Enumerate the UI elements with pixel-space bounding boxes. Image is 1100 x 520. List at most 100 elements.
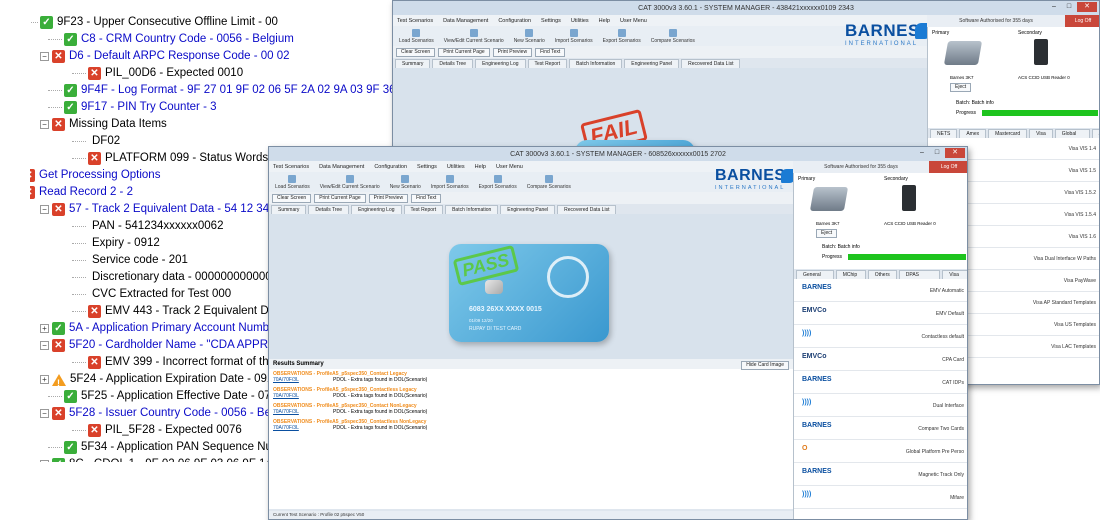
- tree-node[interactable]: PAN - 541234xxxxxx0062: [88, 218, 223, 235]
- menu-item[interactable]: Help: [475, 164, 486, 170]
- tree-node[interactable]: − ✕ D6 - Default ARPC Response Code - 00 0…: [40, 48, 290, 65]
- tree-node[interactable]: ✕ EMV 443 - Track 2 Equivalent Data r: [88, 303, 292, 320]
- toolbar-button[interactable]: View/Edit Current Scenario: [444, 28, 504, 44]
- tab[interactable]: Details Tree: [308, 205, 350, 214]
- scheme-tab[interactable]: DPAS Qualification: [898, 270, 941, 286]
- tree-node[interactable]: − ✕ 5F28 - Issuer Country Code - 0056 - Be…: [40, 405, 283, 422]
- log-off-button[interactable]: Log Off: [1065, 15, 1099, 27]
- tab[interactable]: Summary: [395, 59, 431, 68]
- tree-node[interactable]: Expiry - 0912: [88, 235, 160, 252]
- toolbar-button[interactable]: View/Edit Current Scenario: [320, 174, 380, 190]
- action-button[interactable]: Find Text: [411, 193, 442, 203]
- tree-node[interactable]: ✕ PIL_5F28 - Expected 0076: [88, 422, 242, 439]
- minimize-button[interactable]: –: [915, 148, 929, 158]
- tree-node[interactable]: Discretionary data - 0000000000000: [88, 269, 278, 286]
- scheme-tab[interactable]: Others: [867, 270, 897, 279]
- tree-node[interactable]: ✓ 5F34 - Application PAN Sequence Numb: [64, 439, 288, 456]
- scheme-tab[interactable]: JCB Card: [1091, 129, 1099, 145]
- scenario-item[interactable]: )))) Mifare: [794, 487, 967, 509]
- tree-node[interactable]: ✓ 9F4F - Log Format - 9F 27 01 9F 02 06 5…: [64, 82, 420, 99]
- tab[interactable]: Engineering Panel: [500, 205, 556, 214]
- tree-node[interactable]: ✕ EMV 399 - Incorrect format of the car: [88, 354, 294, 371]
- action-button[interactable]: Clear Screen: [396, 47, 436, 57]
- action-button[interactable]: Clear Screen: [272, 193, 312, 203]
- menu-item[interactable]: User Menu: [620, 18, 647, 24]
- tree-node[interactable]: +✕Get Processing Options: [30, 167, 160, 184]
- toolbar-button[interactable]: Import Scenarios: [431, 174, 469, 190]
- tab[interactable]: Batch Information: [445, 205, 499, 214]
- toolbar-button[interactable]: Export Scenarios: [603, 28, 641, 44]
- scenario-item[interactable]: BARNES EMV Automatic: [794, 280, 967, 302]
- menu-item[interactable]: Settings: [541, 18, 561, 24]
- scheme-tab[interactable]: MChip Vise: [835, 270, 866, 286]
- tree-node[interactable]: −✕Read Record 2 - 2: [30, 184, 133, 201]
- hide-card-image-button[interactable]: Hide Card Image: [741, 361, 789, 370]
- tree-node[interactable]: ✕ PIL_00D6 - Expected 0010: [88, 65, 243, 82]
- action-button[interactable]: Print Current Page: [314, 193, 366, 203]
- menu-item[interactable]: Configuration: [374, 164, 407, 170]
- scheme-tab[interactable]: NETS 2: [930, 129, 958, 145]
- tab[interactable]: Engineering Log: [351, 205, 402, 214]
- tab[interactable]: Test Report: [403, 205, 444, 214]
- action-button[interactable]: Print Current Page: [438, 47, 490, 57]
- log-off-button[interactable]: Log Off: [929, 161, 967, 173]
- tree-node[interactable]: +✓ 8C - CDOL 1 - 9F 02 06 9F 03 06 9F 1A: [40, 456, 273, 462]
- tab[interactable]: Batch Information: [569, 59, 623, 68]
- menu-item[interactable]: Test Scenarios: [397, 18, 433, 24]
- eject-button[interactable]: Eject: [950, 83, 972, 92]
- close-button[interactable]: ✕: [945, 148, 965, 158]
- menu-item[interactable]: Data Management: [319, 164, 364, 170]
- tree-node[interactable]: + ✓ 5A - Application Primary Account Numbe: [40, 320, 275, 337]
- menu-item[interactable]: Utilities: [571, 18, 589, 24]
- expand-icon[interactable]: +: [40, 375, 49, 384]
- menu-item[interactable]: Data Management: [443, 18, 488, 24]
- toolbar-button[interactable]: Import Scenarios: [555, 28, 593, 44]
- tree-node[interactable]: ✓ 9F23 - Upper Consecutive Offline Limit …: [40, 14, 278, 31]
- expand-icon[interactable]: +: [40, 324, 49, 333]
- scenario-item[interactable]: O Global Platform Pre Perso: [794, 441, 967, 463]
- scenario-item[interactable]: BARNES Magnetic Track Only: [794, 464, 967, 486]
- toolbar-button[interactable]: Compare Scenarios: [651, 28, 695, 44]
- result-tag-link[interactable]: 70A/70F/3L: [273, 409, 333, 415]
- collapse-icon[interactable]: −: [40, 409, 49, 418]
- scenario-item[interactable]: )))) Dual Interface: [794, 395, 967, 417]
- tab[interactable]: Test Report: [527, 59, 568, 68]
- scheme-tab[interactable]: Visa GPR: [942, 270, 967, 286]
- menu-item[interactable]: User Menu: [496, 164, 523, 170]
- toolbar-button[interactable]: Compare Scenarios: [527, 174, 571, 190]
- scheme-tab[interactable]: Mastercard: [988, 129, 1028, 138]
- tree-node[interactable]: +5F24 - Application Expiration Date - 09…: [40, 371, 280, 392]
- toolbar-button[interactable]: Load Scenarios: [399, 28, 434, 44]
- scenario-item[interactable]: BARNES CAT IDPs: [794, 372, 967, 394]
- tree-node[interactable]: − ✕ Missing Data Items: [40, 116, 167, 133]
- result-tag-link[interactable]: 70A/70F/3L: [273, 425, 333, 431]
- scenario-item[interactable]: BARNES Compare Two Cards: [794, 418, 967, 440]
- collapse-icon[interactable]: −: [40, 205, 49, 214]
- toolbar-button[interactable]: New Scenario: [514, 28, 545, 44]
- action-button[interactable]: Print Preview: [492, 47, 533, 57]
- tree-node[interactable]: − ✕ 5F20 - Cardholder Name - "CDA APPROV: [40, 337, 285, 354]
- result-tag-link[interactable]: 70A/70F/3L: [273, 377, 333, 383]
- tab[interactable]: Recovered Data List: [557, 205, 617, 214]
- tree-node[interactable]: DF02: [88, 133, 120, 150]
- menu-item[interactable]: Utilities: [447, 164, 465, 170]
- collapse-icon[interactable]: −: [40, 341, 49, 350]
- tab[interactable]: Engineering Log: [475, 59, 526, 68]
- menu-item[interactable]: Settings: [417, 164, 437, 170]
- action-button[interactable]: Print Preview: [368, 193, 409, 203]
- scenario-item[interactable]: )))) Contactless default: [794, 326, 967, 348]
- collapse-icon[interactable]: −: [40, 120, 49, 129]
- tree-node[interactable]: ✓ 9F17 - PIN Try Counter - 3: [64, 99, 217, 116]
- collapse-icon[interactable]: −: [40, 52, 49, 61]
- toolbar-button[interactable]: Load Scenarios: [275, 174, 310, 190]
- tree-node[interactable]: ✓ C8 - CRM Country Code - 0056 - Belgium: [64, 31, 294, 48]
- tree-node[interactable]: − ✕ 57 - Track 2 Equivalent Data - 54 12 3…: [40, 201, 269, 218]
- toolbar-button[interactable]: New Scenario: [390, 174, 421, 190]
- eject-button[interactable]: Eject: [816, 229, 838, 238]
- toolbar-button[interactable]: Export Scenarios: [479, 174, 517, 190]
- close-button[interactable]: ✕: [1077, 2, 1097, 12]
- scheme-tab[interactable]: Visa: [1029, 129, 1053, 138]
- minimize-button[interactable]: –: [1047, 2, 1061, 12]
- scenario-item[interactable]: EMVCo CPA Card: [794, 349, 967, 371]
- scheme-tab[interactable]: General Purpose: [796, 270, 834, 286]
